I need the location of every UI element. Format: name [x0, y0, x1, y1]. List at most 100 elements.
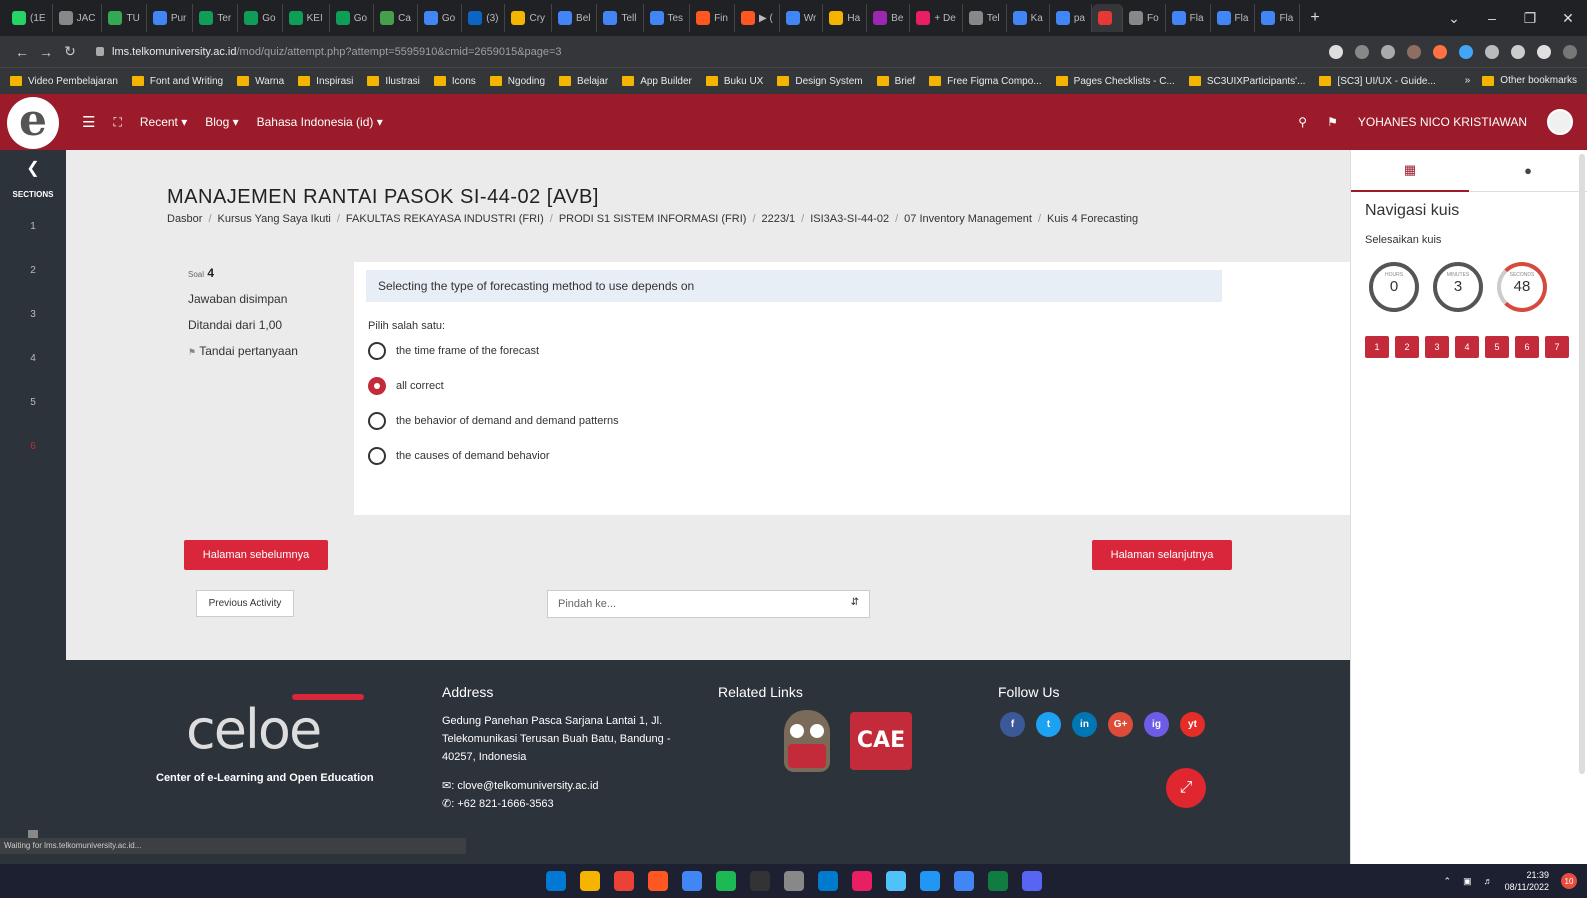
section-item-4[interactable]: 4 — [0, 337, 66, 381]
browser-tab[interactable]: Fla — [1166, 4, 1211, 32]
bookmark-item[interactable]: Brief — [876, 76, 915, 87]
radio-button-selected[interactable] — [368, 377, 386, 395]
taskbar-app-icon[interactable] — [545, 871, 566, 891]
search-icon[interactable]: ⚲ — [1298, 115, 1307, 129]
forward-icon[interactable]: → — [34, 44, 58, 60]
breadcrumb-item[interactable]: FAKULTAS REKAYASA INDUSTRI (FRI) — [346, 213, 544, 225]
social-f-icon[interactable]: f — [1000, 712, 1025, 737]
radio-button[interactable] — [368, 412, 386, 430]
bookmark-item[interactable]: Design System — [777, 76, 863, 87]
menu-kebab-icon[interactable] — [1563, 44, 1577, 59]
owl-logo-link[interactable] — [784, 710, 830, 772]
browser-tab[interactable]: Tell — [597, 4, 644, 32]
bookmark-item[interactable]: Pages Checklists - C... — [1055, 76, 1175, 87]
taskbar-app-icon[interactable] — [817, 871, 838, 891]
bookmark-item[interactable]: [SC3] UI/UX - Guide... — [1319, 76, 1436, 87]
breadcrumb-item[interactable]: Dasbor — [167, 213, 202, 225]
minimize-button[interactable]: – — [1473, 10, 1511, 26]
taskbar-app-icon[interactable] — [579, 871, 600, 891]
browser-tab[interactable]: Go — [238, 4, 283, 32]
puzzle-icon[interactable] — [1485, 44, 1499, 59]
bookmark-item[interactable]: Ilustrasi — [367, 76, 420, 87]
bookmark-star-icon[interactable] — [1381, 44, 1395, 59]
cae-logo-link[interactable]: CAE — [850, 712, 912, 770]
option-2[interactable]: all correct — [368, 377, 444, 395]
quiz-question-button[interactable]: 7 — [1545, 336, 1569, 358]
section-item-2[interactable]: 2 — [0, 249, 66, 293]
browser-tab[interactable] — [1091, 4, 1123, 32]
close-window-button[interactable]: ✕ — [1549, 10, 1587, 27]
reload-icon[interactable]: ↻ — [58, 43, 82, 60]
finish-quiz-link[interactable]: Selesaikan kuis — [1365, 234, 1441, 246]
browser-tab[interactable]: Be — [867, 4, 911, 32]
extension-icon[interactable] — [1407, 44, 1421, 59]
browser-tab[interactable]: TU — [102, 4, 147, 32]
social-ig-icon[interactable]: ig — [1144, 712, 1169, 737]
notification-bell-icon[interactable]: ⚑ — [1327, 115, 1338, 129]
section-item-1[interactable]: 1 — [0, 205, 66, 249]
bookmark-item[interactable]: Free Figma Compo... — [929, 76, 1042, 87]
panel-scrollbar[interactable] — [1579, 154, 1585, 774]
social-G+-icon[interactable]: G+ — [1108, 712, 1133, 737]
browser-tab[interactable]: Fo — [1123, 4, 1166, 32]
option-1[interactable]: the time frame of the forecast — [368, 342, 539, 360]
breadcrumb-item[interactable]: PRODI S1 SISTEM INFORMASI (FRI) — [559, 213, 747, 225]
bookmark-item[interactable]: SC3UIXParticipants'... — [1188, 76, 1305, 87]
expand-fab-icon[interactable]: ⤢ — [1166, 768, 1206, 808]
quiz-question-button[interactable]: 3 — [1425, 336, 1449, 358]
breadcrumb-item[interactable]: Kuis 4 Forecasting — [1047, 213, 1138, 225]
browser-tab[interactable]: ▶ ( — [735, 4, 780, 32]
tray-chevron-icon[interactable]: ⌃ — [1444, 876, 1452, 887]
nav-blog[interactable]: Blog ▾ — [205, 115, 238, 129]
browser-tab[interactable]: Ka — [1007, 4, 1050, 32]
taskbar-app-icon[interactable] — [1021, 871, 1042, 891]
taskbar-app-icon[interactable] — [715, 871, 736, 891]
option-4[interactable]: the causes of demand behavior — [368, 447, 550, 465]
bookmark-item[interactable]: Ngoding — [489, 76, 545, 87]
section-item-3[interactable]: 3 — [0, 293, 66, 337]
quiz-question-button[interactable]: 1 — [1365, 336, 1389, 358]
back-icon[interactable]: ← — [10, 44, 34, 60]
social-t-icon[interactable]: t — [1036, 712, 1061, 737]
browser-tab[interactable]: Tel — [963, 4, 1007, 32]
section-item-6[interactable]: 6 — [0, 425, 66, 469]
taskbar-app-icon[interactable] — [851, 871, 872, 891]
browser-tab[interactable]: Fla — [1255, 4, 1301, 32]
browser-tab[interactable]: pa — [1050, 4, 1092, 32]
other-bookmarks[interactable]: Other bookmarks — [1482, 75, 1577, 86]
taskbar-app-icon[interactable] — [613, 871, 634, 891]
bookmark-item[interactable]: Font and Writing — [131, 76, 223, 87]
breadcrumb-item[interactable]: 2223/1 — [762, 213, 796, 225]
section-item-5[interactable]: 5 — [0, 381, 66, 425]
previous-activity-button[interactable]: Previous Activity — [196, 590, 294, 617]
breadcrumb-item[interactable]: 07 Inventory Management — [904, 213, 1032, 225]
tray-network-icon[interactable]: ▣ — [1463, 876, 1472, 887]
breadcrumb-item[interactable]: ISI3A3-SI-44-02 — [810, 213, 889, 225]
new-tab-button[interactable]: + — [1300, 9, 1329, 27]
taskbar-app-icon[interactable] — [647, 871, 668, 891]
browser-tab[interactable]: Ca — [374, 4, 418, 32]
browser-tab[interactable]: Bel — [552, 4, 598, 32]
browser-tab[interactable]: KEI — [283, 4, 330, 32]
radio-button[interactable] — [368, 342, 386, 360]
taskbar-app-icon[interactable] — [987, 871, 1008, 891]
jump-to-select[interactable]: Pindah ke... ⇵ — [547, 590, 870, 618]
clock[interactable]: 21:39 08/11/2022 — [1505, 869, 1549, 893]
quiz-question-button[interactable]: 4 — [1455, 336, 1479, 358]
fullscreen-icon[interactable]: ⛶ — [113, 115, 121, 130]
browser-tab[interactable]: Ter — [193, 4, 239, 32]
browser-tab[interactable]: JAC — [53, 4, 103, 32]
browser-tab[interactable]: Cry — [505, 4, 553, 32]
browser-tab[interactable]: Pur — [147, 4, 194, 32]
google-icon[interactable] — [1329, 44, 1343, 59]
next-page-button[interactable]: Halaman selanjutnya — [1092, 540, 1232, 570]
browser-tab[interactable]: + De — [910, 4, 963, 32]
bookmark-item[interactable]: App Builder — [622, 76, 692, 87]
flag-question[interactable]: ⚑ Tandai pertanyaan — [188, 344, 348, 358]
quiz-question-button[interactable]: 5 — [1485, 336, 1509, 358]
bookmark-item[interactable]: Warna — [237, 76, 284, 87]
social-in-icon[interactable]: in — [1072, 712, 1097, 737]
browser-tab[interactable]: (1E — [6, 4, 53, 32]
user-name[interactable]: YOHANES NICO KRISTIAWAN — [1358, 115, 1527, 129]
taskbar-app-icon[interactable] — [681, 871, 702, 891]
